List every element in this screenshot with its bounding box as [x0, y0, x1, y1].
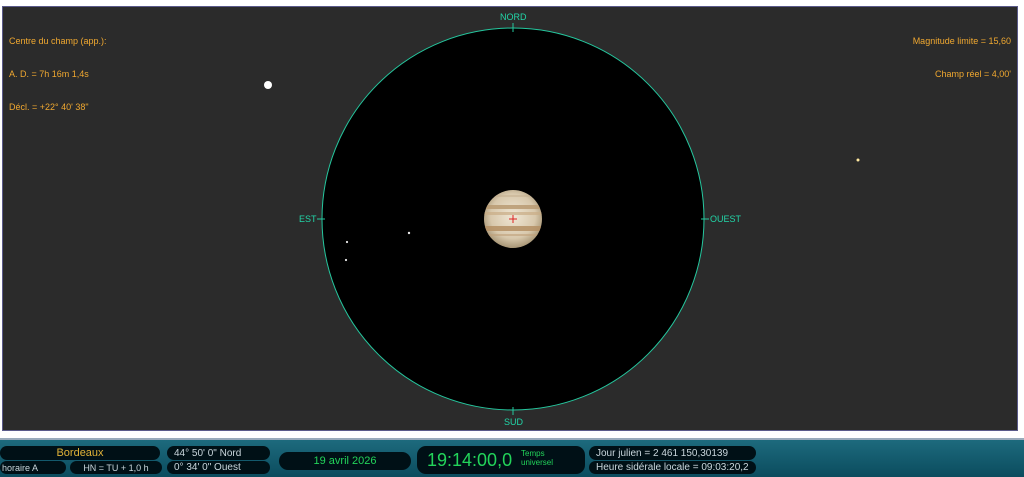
sky-chart[interactable]: Centre du champ (app.): A. D. = 7h 16m 1…	[0, 0, 1024, 438]
star-dot[interactable]	[856, 158, 860, 162]
real-field: Champ réel = 4,00'	[934, 69, 1011, 79]
location-field[interactable]: Bordeaux	[0, 446, 160, 460]
sky-view[interactable]	[3, 7, 1019, 432]
time-field[interactable]: 19:14:00,0	[417, 446, 585, 474]
bright-star[interactable]	[264, 81, 272, 89]
julian-day-field[interactable]: Jour julien = 2 461 150,30139	[589, 446, 756, 460]
declination: Décl. = +22° 40' 38"	[9, 102, 89, 112]
right-ascension: A. D. = 7h 16m 1,4s	[9, 69, 89, 79]
longitude-field[interactable]: 0° 34' 0" Ouest	[167, 461, 270, 474]
limits-info: Magnitude limite = 15,60 Champ réel = 4,…	[913, 14, 1011, 102]
north-label: NORD	[500, 12, 527, 22]
latitude-field[interactable]: 44° 50' 0" Nord	[167, 446, 270, 460]
east-label: EST	[299, 214, 317, 224]
latitude: 44° 50' 0" Nord	[174, 447, 242, 459]
sky-chart-panel[interactable]: Centre du champ (app.): A. D. = 7h 16m 1…	[2, 6, 1018, 431]
moon-dot[interactable]	[407, 231, 411, 235]
west-label: OUEST	[710, 214, 742, 224]
time-zone-label: horaire A	[2, 462, 39, 473]
hn-offset-field[interactable]: HN = TU + 1,0 h	[70, 461, 162, 474]
status-bar: Bordeaux horaire A HN = TU + 1,0 h 44° 5…	[0, 438, 1024, 477]
south-label: SUD	[504, 417, 524, 427]
moon-dot[interactable]	[345, 240, 349, 244]
limiting-magnitude: Magnitude limite = 15,60	[912, 36, 1011, 46]
time-zone-field[interactable]: horaire A	[0, 461, 66, 474]
time-value: 19:14:00,0	[427, 449, 513, 470]
hn-offset: HN = TU + 1,0 h	[83, 462, 149, 473]
time-scale-label: Temps universel	[521, 449, 554, 467]
location-name: Bordeaux	[56, 447, 104, 459]
date-field[interactable]: 19 avril 2026	[279, 452, 411, 470]
sidereal-time-field[interactable]: Heure sidérale locale = 09:03:20,2	[589, 461, 756, 474]
julian-day: Jour julien = 2 461 150,30139	[596, 447, 729, 459]
moon-dot[interactable]	[344, 258, 348, 262]
field-center-info: Centre du champ (app.): A. D. = 7h 16m 1…	[9, 14, 107, 135]
date-value: 19 avril 2026	[313, 455, 377, 467]
sidereal-time: Heure sidérale locale = 09:03:20,2	[596, 462, 749, 473]
longitude: 0° 34' 0" Ouest	[174, 462, 241, 473]
field-center-title: Centre du champ (app.):	[9, 36, 107, 46]
